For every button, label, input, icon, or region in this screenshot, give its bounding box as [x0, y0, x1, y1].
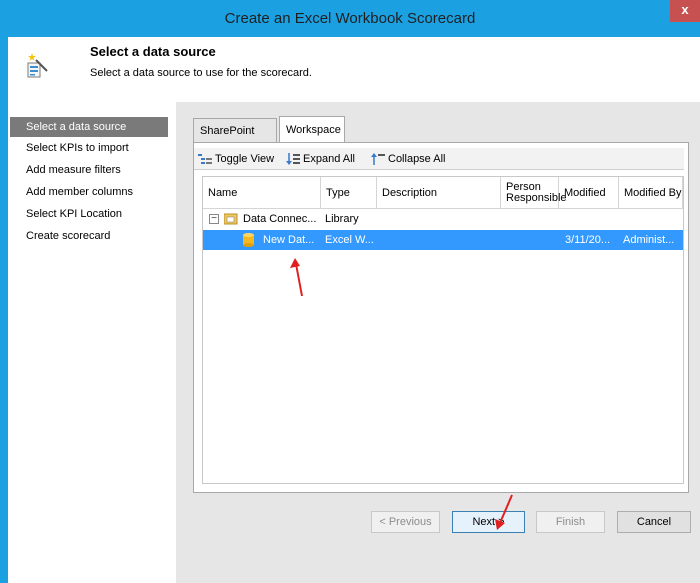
library-folder-icon [224, 213, 238, 225]
expand-all-label: Expand All [303, 153, 355, 165]
data-source-tree-grid[interactable]: Name Type Description Person Responsible… [202, 176, 684, 484]
collapse-all-button[interactable]: Collapse All [371, 151, 445, 167]
sidebar-item-measure-filters[interactable]: Add measure filters [10, 160, 168, 180]
wizard-wand-icon [27, 53, 48, 78]
workspace-panel: Toggle View Expand All Collapse All Name… [193, 142, 689, 493]
sidebar-item-member-columns[interactable]: Add member columns [10, 182, 168, 202]
collapse-toggle[interactable]: − [209, 214, 219, 224]
row-type: Library [325, 213, 359, 225]
window-title: Create an Excel Workbook Scorecard [224, 10, 476, 27]
cancel-button[interactable]: Cancel [617, 511, 691, 533]
finish-button[interactable]: Finish [536, 511, 605, 533]
column-header-description[interactable]: Description [377, 177, 501, 209]
tab-sharepoint-site[interactable]: SharePoint Site [193, 118, 277, 161]
tree-toolbar: Toggle View Expand All Collapse All [194, 148, 684, 170]
collapse-all-icon [371, 153, 385, 166]
expand-all-icon [286, 153, 300, 166]
sidebar-item-create-scorecard[interactable]: Create scorecard [10, 226, 168, 246]
annotation-arrow-up [290, 258, 303, 297]
page-subtitle: Select a data source to use for the scor… [90, 67, 312, 79]
table-row-selected[interactable]: New Dat... Excel W... 3/11/20... Adminis… [203, 230, 683, 250]
page-title: Select a data source [90, 44, 216, 59]
sidebar-item-kpi-location[interactable]: Select KPI Location [10, 204, 168, 224]
toggle-view-button[interactable]: Toggle View [198, 151, 274, 167]
window-left-border [0, 0, 8, 583]
column-header-modified[interactable]: Modified [559, 177, 619, 209]
toggle-view-label: Toggle View [215, 153, 275, 165]
annotation-arrow-down [495, 494, 513, 530]
expand-all-button[interactable]: Expand All [286, 151, 355, 167]
row-modified: 3/11/20... [565, 234, 611, 246]
tab-workspace[interactable]: Workspace [279, 116, 345, 142]
wizard-header: Select a data source Select a data sourc… [8, 37, 700, 93]
row-name: New Dat... [263, 234, 315, 246]
data-source-cylinder-icon [243, 233, 254, 247]
previous-button[interactable]: < Previous [371, 511, 440, 533]
close-button[interactable]: x [670, 0, 700, 22]
toggle-view-icon [198, 154, 212, 165]
row-modified-by: Administ... [623, 234, 675, 246]
wizard-steps-sidebar: Select a data source Select KPIs to impo… [8, 93, 176, 583]
collapse-all-label: Collapse All [388, 153, 446, 165]
sidebar-item-select-data-source[interactable]: Select a data source [10, 117, 168, 137]
row-name: Data Connec... [243, 213, 317, 225]
table-row[interactable]: − Data Connec... Library [203, 209, 683, 229]
sidebar-item-select-kpis[interactable]: Select KPIs to import [10, 138, 168, 158]
row-type: Excel W... [325, 234, 374, 246]
column-header-name[interactable]: Name [203, 177, 321, 209]
column-header-person-responsible[interactable]: Person Responsible [501, 177, 567, 209]
column-header-modified-by[interactable]: Modified By [619, 177, 683, 209]
grid-header: Name Type Description Person Responsible… [203, 177, 683, 209]
title-bar: Create an Excel Workbook Scorecard x [0, 0, 700, 37]
column-header-type[interactable]: Type [321, 177, 377, 209]
